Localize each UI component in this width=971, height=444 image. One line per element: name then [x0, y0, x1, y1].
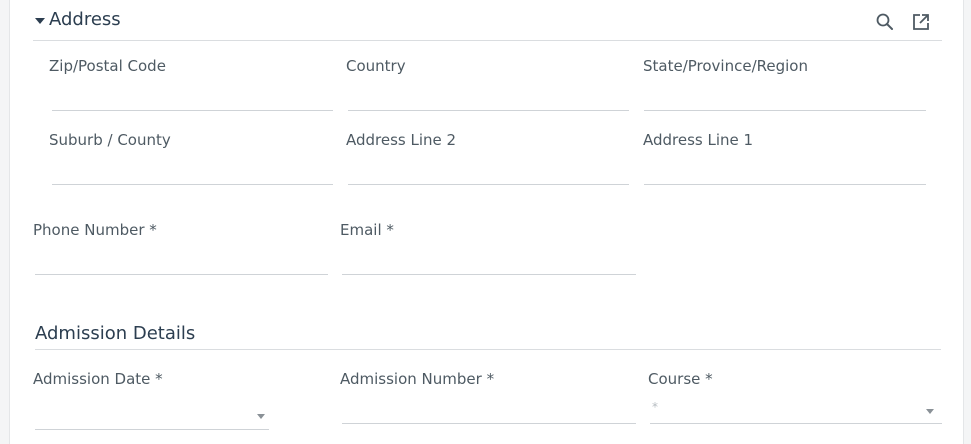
country-input[interactable]	[348, 87, 629, 111]
country-label: Country	[346, 57, 406, 75]
phone-number-input[interactable]	[35, 251, 328, 275]
email-input[interactable]	[342, 251, 636, 275]
dropdown-arrow-icon	[257, 414, 265, 419]
address-line-2-input[interactable]	[348, 161, 629, 185]
suburb-label: Suburb / County	[49, 131, 171, 149]
form-card: Address Zip/Postal Code Country State/Pr…	[9, 0, 964, 444]
open-external-icon[interactable]	[911, 12, 931, 32]
zip-code-label: Zip/Postal Code	[49, 57, 166, 75]
zip-code-input[interactable]	[52, 87, 333, 111]
address-line-1-label: Address Line 1	[643, 131, 754, 149]
address-line-1-input[interactable]	[644, 161, 926, 185]
search-icon[interactable]	[875, 12, 895, 32]
course-select[interactable]: *	[650, 400, 942, 424]
admission-number-input[interactable]	[342, 400, 636, 424]
state-input[interactable]	[644, 87, 926, 111]
email-label: Email *	[340, 221, 394, 239]
course-label: Course *	[648, 370, 713, 388]
state-label: State/Province/Region	[643, 57, 808, 75]
admission-details-title: Admission Details	[35, 323, 196, 344]
caret-down-icon[interactable]	[35, 18, 45, 24]
section-divider	[35, 349, 941, 350]
course-placeholder: *	[652, 400, 658, 414]
suburb-input[interactable]	[52, 161, 333, 185]
address-section-header[interactable]: Address	[33, 0, 942, 41]
admission-number-label: Admission Number *	[340, 370, 495, 388]
admission-date-select[interactable]	[35, 406, 269, 430]
dropdown-arrow-icon	[926, 409, 934, 414]
address-section-title: Address	[49, 9, 121, 30]
admission-date-label: Admission Date *	[33, 370, 163, 388]
phone-number-label: Phone Number *	[33, 221, 157, 239]
address-line-2-label: Address Line 2	[346, 131, 457, 149]
